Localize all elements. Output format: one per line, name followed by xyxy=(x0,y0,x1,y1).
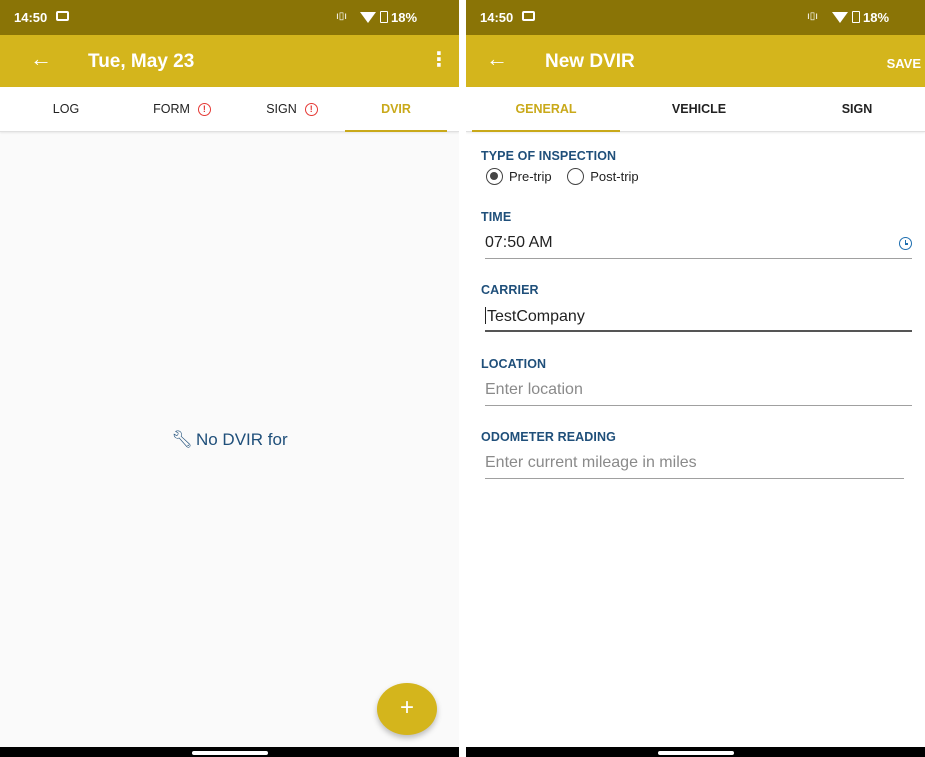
carrier-label: CARRIER xyxy=(481,283,539,297)
tab-dvir[interactable]: DVIR xyxy=(345,87,447,132)
status-bar: 14:50 ı▯ı 18% xyxy=(466,0,925,35)
home-handle[interactable] xyxy=(191,751,268,755)
tab-label: DVIR xyxy=(381,102,411,116)
location-field[interactable]: Enter location xyxy=(485,381,912,406)
battery-icon xyxy=(852,11,860,23)
battery-percent: 18% xyxy=(863,10,890,25)
app-bar: ← Tue, May 23 ⋮ xyxy=(0,35,459,87)
inspection-type-radios: Pre-trip Post-trip xyxy=(486,168,651,185)
odometer-placeholder: Enter current mileage in miles xyxy=(485,454,697,471)
odometer-label: ODOMETER READING xyxy=(481,430,616,444)
tab-form[interactable]: FORM! xyxy=(128,87,236,132)
arrow-left-icon[interactable]: ← xyxy=(30,47,52,71)
tab-sign[interactable]: SIGN! xyxy=(246,87,338,132)
alert-circle-icon: ! xyxy=(304,103,318,116)
post-trip-radio[interactable] xyxy=(567,168,585,185)
tab-sign[interactable]: SIGN xyxy=(784,87,925,132)
new-dvir-screen: 14:50 ı▯ı 18% ← New DVIR SAVE GENERAL VE… xyxy=(466,0,925,757)
wifi-icon xyxy=(832,12,848,23)
status-bar: 14:50 ı▯ı 18% xyxy=(0,0,459,35)
empty-state: 🔧︎ No DVIR for xyxy=(0,430,459,450)
vibrate-icon: ı▯ı xyxy=(336,11,348,22)
location-placeholder: Enter location xyxy=(485,381,583,398)
text-caret xyxy=(485,307,486,324)
wifi-icon xyxy=(360,12,376,23)
time-field[interactable]: 07:50 AM xyxy=(485,234,912,259)
inspection-type-label: TYPE OF INSPECTION xyxy=(481,149,617,163)
add-dvir-button[interactable]: + xyxy=(377,683,437,735)
page-title: New DVIR xyxy=(545,51,635,72)
cast-icon xyxy=(56,11,69,21)
wrench-icon: 🔧︎ xyxy=(171,430,193,449)
tab-label: VEHICLE xyxy=(671,102,727,116)
app-bar: ← New DVIR SAVE xyxy=(466,35,925,87)
radio-label: Post-trip xyxy=(590,169,639,184)
more-vert-icon[interactable]: ⋮ xyxy=(429,50,449,70)
status-time: 14:50 xyxy=(14,10,48,25)
empty-message: No DVIR for xyxy=(195,430,288,449)
tab-label: SIGN xyxy=(266,102,297,116)
radio-label: Pre-trip xyxy=(509,169,552,184)
vibrate-icon: ı▯ı xyxy=(807,11,819,22)
page-title: Tue, May 23 xyxy=(88,51,195,72)
save-button[interactable]: SAVE xyxy=(887,56,921,71)
time-value: 07:50 AM xyxy=(485,234,553,251)
carrier-value: TestCompany xyxy=(487,308,585,325)
pre-trip-radio[interactable] xyxy=(486,168,503,185)
odometer-field[interactable]: Enter current mileage in miles xyxy=(485,454,904,479)
location-label: LOCATION xyxy=(481,357,547,371)
tab-label: FORM xyxy=(153,102,190,116)
tab-log[interactable]: LOG xyxy=(34,87,98,132)
tab-label: LOG xyxy=(52,102,80,116)
alert-circle-icon: ! xyxy=(197,103,211,116)
home-handle[interactable] xyxy=(657,751,734,755)
system-nav-bar xyxy=(466,747,925,757)
system-nav-bar xyxy=(0,747,459,757)
battery-icon xyxy=(380,11,388,23)
plus-icon: + xyxy=(399,694,414,721)
dvir-list-screen: 14:50 ı▯ı 18% ← Tue, May 23 ⋮ LOG FORM! … xyxy=(0,0,459,757)
time-label: TIME xyxy=(481,210,512,224)
battery-percent: 18% xyxy=(391,10,418,25)
status-time: 14:50 xyxy=(480,10,514,25)
tab-label: GENERAL xyxy=(515,102,577,116)
screen-divider xyxy=(459,0,466,757)
day-tabs: LOG FORM! SIGN! DVIR xyxy=(0,87,459,132)
carrier-field[interactable]: TestCompany xyxy=(485,307,912,332)
dvir-tabs: GENERAL VEHICLE SIGN xyxy=(466,87,925,132)
tab-vehicle[interactable]: VEHICLE xyxy=(626,87,772,132)
cast-icon xyxy=(522,11,535,21)
tab-general[interactable]: GENERAL xyxy=(472,87,620,132)
tab-label: SIGN xyxy=(841,102,873,116)
clock-icon[interactable] xyxy=(899,237,912,250)
arrow-left-icon[interactable]: ← xyxy=(486,47,508,71)
